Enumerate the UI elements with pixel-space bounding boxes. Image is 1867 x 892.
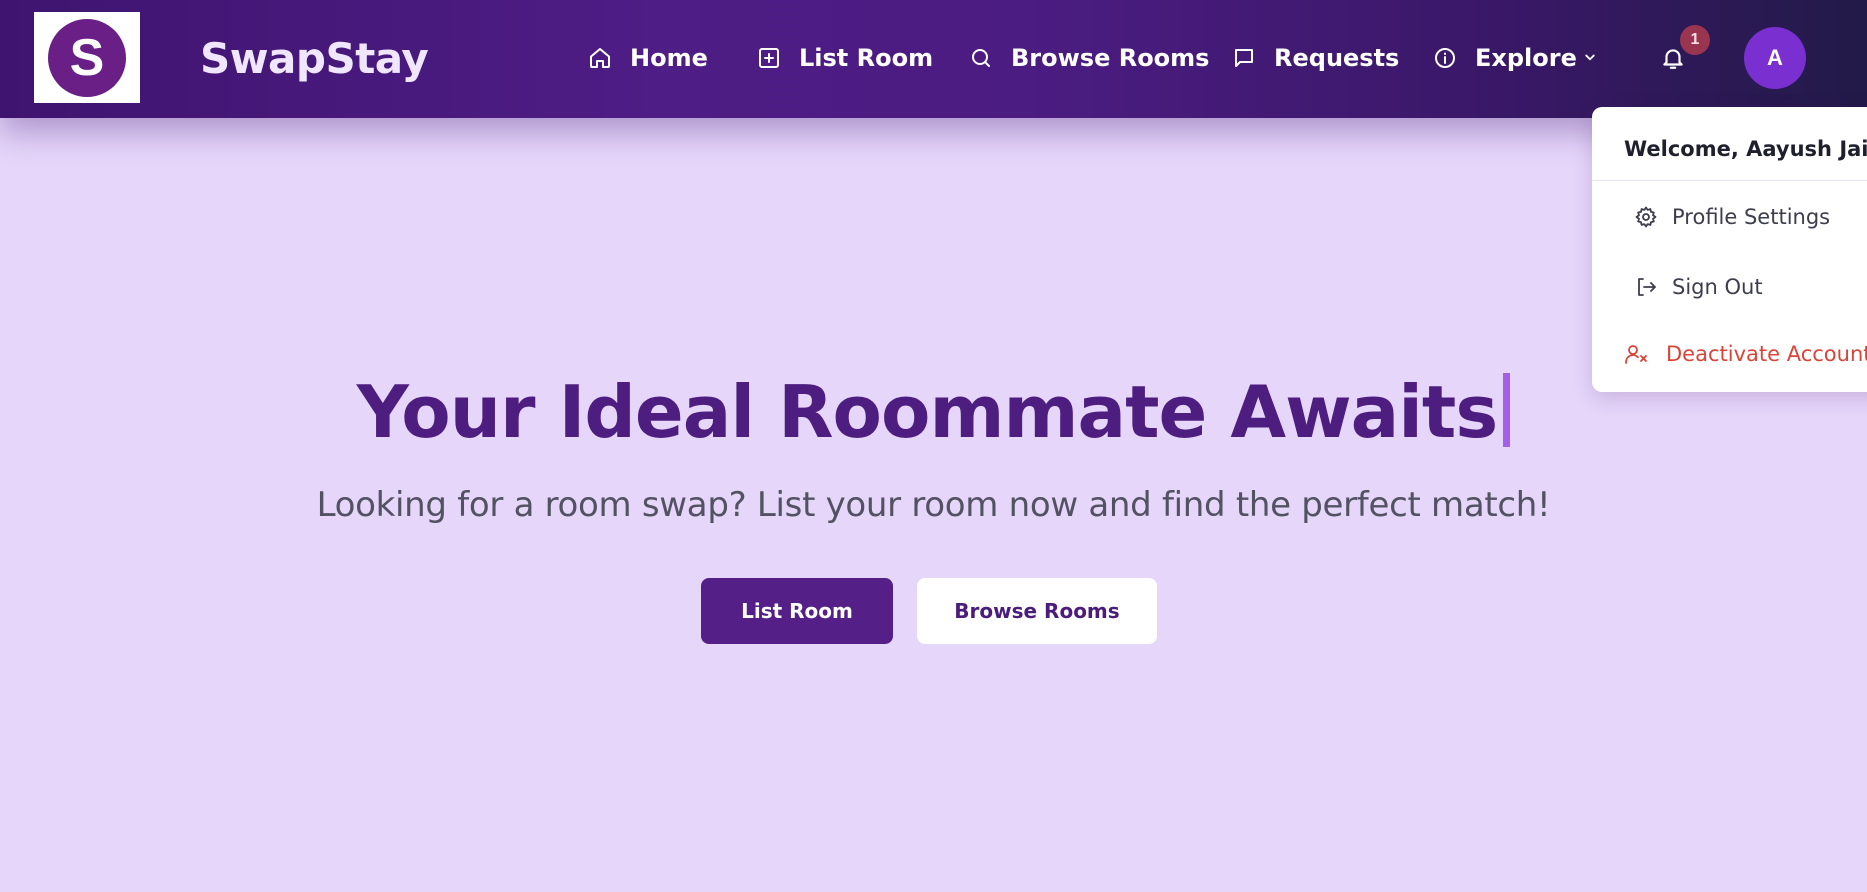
chevron-down-icon[interactable] [1581, 48, 1599, 66]
sign-out-icon [1638, 278, 1656, 296]
hero-title-text: Your Ideal Roommate Awaits [356, 370, 1498, 454]
menu-item-deactivate-account[interactable]: Deactivate Account [1624, 342, 1867, 366]
menu-item-sign-out[interactable]: Sign Out [1634, 275, 1763, 299]
menu-item-label: Sign Out [1672, 275, 1763, 299]
nav-home[interactable]: Home [588, 40, 708, 76]
page: S SwapStay Home List Room Browse Rooms R… [0, 0, 1867, 892]
gear-icon [1635, 206, 1657, 228]
nav-list-room[interactable]: List Room [757, 40, 933, 76]
nav-explore-label: Explore [1475, 44, 1577, 72]
brand-name[interactable]: SwapStay [200, 34, 429, 83]
user-menu-divider [1592, 180, 1867, 181]
menu-item-label: Profile Settings [1672, 205, 1831, 229]
hero-title: Your Ideal Roommate Awaits [0, 370, 1867, 454]
navbar: S SwapStay Home List Room Browse Rooms R… [0, 0, 1867, 118]
home-icon [590, 48, 610, 68]
nav-browse-rooms-label: Browse Rooms [1011, 44, 1210, 72]
info-icon [1435, 48, 1455, 68]
typing-caret [1503, 373, 1511, 447]
logo[interactable]: S [34, 12, 140, 103]
nav-home-label: Home [630, 44, 708, 72]
hero-subtitle: Looking for a room swap? List your room … [316, 485, 1551, 525]
logo-letter: S [69, 28, 105, 87]
menu-item-profile-settings[interactable]: Profile Settings [1634, 205, 1830, 229]
menu-item-label: Deactivate Account [1666, 342, 1867, 366]
list-room-button[interactable]: List Room [701, 578, 893, 644]
logo-circle: S [48, 18, 126, 97]
nav-explore[interactable]: Explore [1433, 40, 1577, 76]
plus-square-icon [759, 48, 779, 68]
nav-requests-label: Requests [1274, 44, 1400, 72]
nav-requests[interactable]: Requests [1232, 40, 1399, 76]
search-icon [972, 49, 990, 67]
avatar[interactable]: A [1744, 27, 1806, 89]
user-remove-icon [1625, 345, 1647, 364]
user-menu-welcome: Welcome, Aayush Jain [1624, 137, 1867, 161]
user-menu: Welcome, Aayush Jain Profile Settings Si… [1592, 107, 1867, 392]
browse-rooms-button[interactable]: Browse Rooms [917, 578, 1157, 644]
nav-list-room-label: List Room [799, 44, 934, 72]
message-icon [1235, 49, 1253, 67]
notification-badge[interactable]: 1 [1680, 25, 1710, 55]
nav-browse-rooms[interactable]: Browse Rooms [969, 40, 1209, 76]
